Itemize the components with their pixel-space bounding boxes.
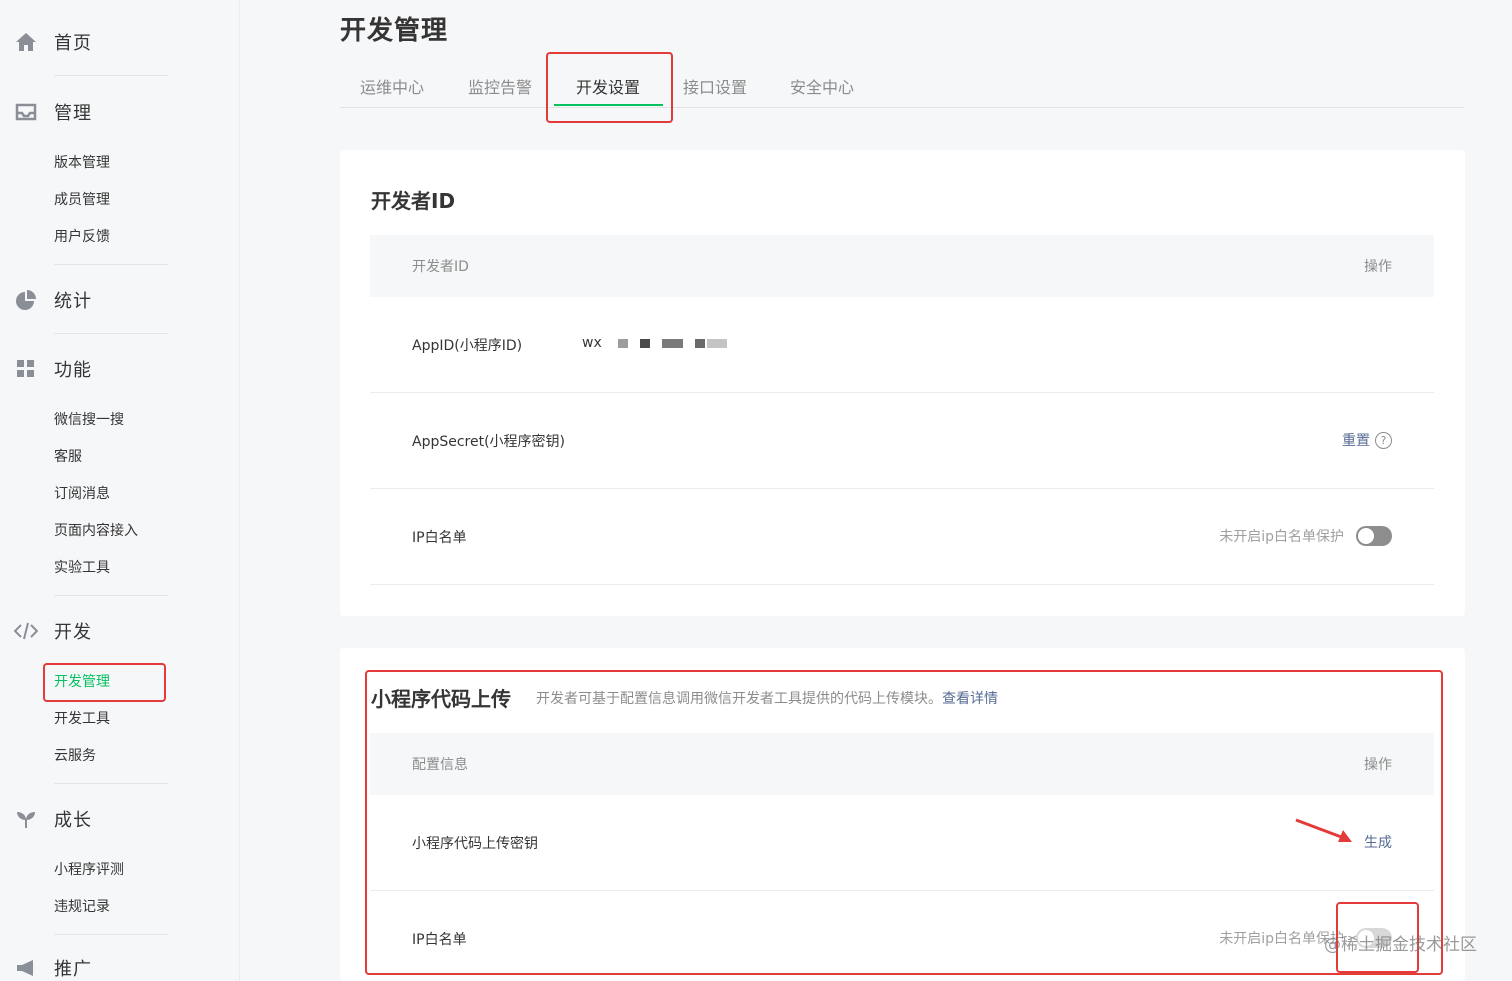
sidebar-group-label: 统计 [54,291,92,312]
annotation-box [546,52,673,123]
tab-ops-center[interactable]: 运维中心 [360,74,424,98]
table-row: IP白名单 未开启ip白名单保护 [370,489,1434,585]
divider [54,934,168,935]
table-header: 开发者ID 操作 [370,235,1434,297]
redacted-block [706,338,727,348]
sidebar: 首页 管理 版本管理 成员管理 用户反馈 统计 功能 微信搜一搜 客服 订阅消息… [0,0,240,981]
annotation-box [43,663,166,702]
reset-secret-action: 重置 ? [1342,430,1392,450]
ip-whitelist-toggle[interactable] [1356,526,1392,546]
row-label: AppSecret(小程序密钥) [412,434,566,450]
ip-whitelist-status: 未开启ip白名单保护 [1219,529,1344,545]
card-title: 开发者ID [371,189,456,213]
sidebar-item-page-content[interactable]: 页面内容接入 [54,521,138,541]
redacted-block [639,338,650,348]
help-icon[interactable]: ? [1375,431,1392,449]
sidebar-item-subscribe-msg[interactable]: 订阅消息 [54,484,110,504]
table-row: AppSecret(小程序密钥) 重置 ? [370,393,1434,489]
sidebar-item-violations[interactable]: 违规记录 [54,897,110,917]
table-row: AppID(小程序ID) wx [370,297,1434,393]
divider [54,264,168,265]
appid-prefix: wx [582,335,602,351]
pie-chart-icon [14,288,38,312]
sidebar-group-develop[interactable]: 开发 [14,616,92,646]
megaphone-icon [14,956,38,980]
sidebar-item-dev-tools[interactable]: 开发工具 [54,709,110,729]
sidebar-item-cloud[interactable]: 云服务 [54,746,96,766]
redacted-block [661,338,683,348]
row-label: IP白名单 [412,530,467,546]
sidebar-group-label: 开发 [54,622,92,643]
sidebar-item-customer-service[interactable]: 客服 [54,447,82,467]
sidebar-item-feedback[interactable]: 用户反馈 [54,227,110,247]
tab-security-center[interactable]: 安全中心 [790,74,854,98]
redacted-block [694,338,705,348]
appid-value: wx [582,335,727,351]
inbox-icon [14,100,38,124]
divider [54,75,168,76]
tab-monitoring[interactable]: 监控告警 [468,74,532,98]
developer-id-card: 开发者ID 开发者ID 操作 AppID(小程序ID) wx AppSecret… [340,150,1465,616]
column-header: 操作 [1364,259,1392,275]
tab-api-settings[interactable]: 接口设置 [683,74,747,98]
sidebar-group-label: 推广 [54,959,92,980]
sidebar-group-label: 成长 [54,810,92,831]
row-label: AppID(小程序ID) [412,338,523,354]
sidebar-item-evaluation[interactable]: 小程序评测 [54,860,124,880]
sprout-icon [14,807,38,831]
sidebar-item-label: 首页 [54,33,92,54]
sidebar-group-stats[interactable]: 统计 [14,285,92,315]
grid-icon [14,357,38,381]
reset-button[interactable]: 重置 [1342,430,1370,450]
page-title: 开发管理 [340,16,449,46]
home-icon [14,30,38,54]
sidebar-item-members[interactable]: 成员管理 [54,190,110,210]
sidebar-item-search[interactable]: 微信搜一搜 [54,410,124,430]
watermark: @稀土掘金技术社区 [1324,935,1477,955]
annotation-box [365,670,1443,975]
divider [54,333,168,334]
sidebar-item-home[interactable]: 首页 [14,27,92,57]
divider [54,595,168,596]
ip-whitelist-action: 未开启ip白名单保护 [1219,526,1392,546]
column-header: 开发者ID [412,259,469,275]
annotation-arrow-icon [1295,818,1352,842]
sidebar-item-experiment[interactable]: 实验工具 [54,558,110,578]
redacted-block [617,338,628,348]
sidebar-group-label: 功能 [54,360,92,381]
sidebar-group-manage[interactable]: 管理 [14,97,92,127]
sidebar-group-label: 管理 [54,103,92,124]
sidebar-item-version[interactable]: 版本管理 [54,153,110,173]
sidebar-group-features[interactable]: 功能 [14,354,92,384]
sidebar-group-promotion[interactable]: 推广 [14,953,92,981]
sidebar-group-growth[interactable]: 成长 [14,804,92,834]
tab-bar: 运维中心 监控告警 开发设置 接口设置 安全中心 [340,62,1464,108]
divider [54,783,168,784]
code-icon [14,619,38,643]
